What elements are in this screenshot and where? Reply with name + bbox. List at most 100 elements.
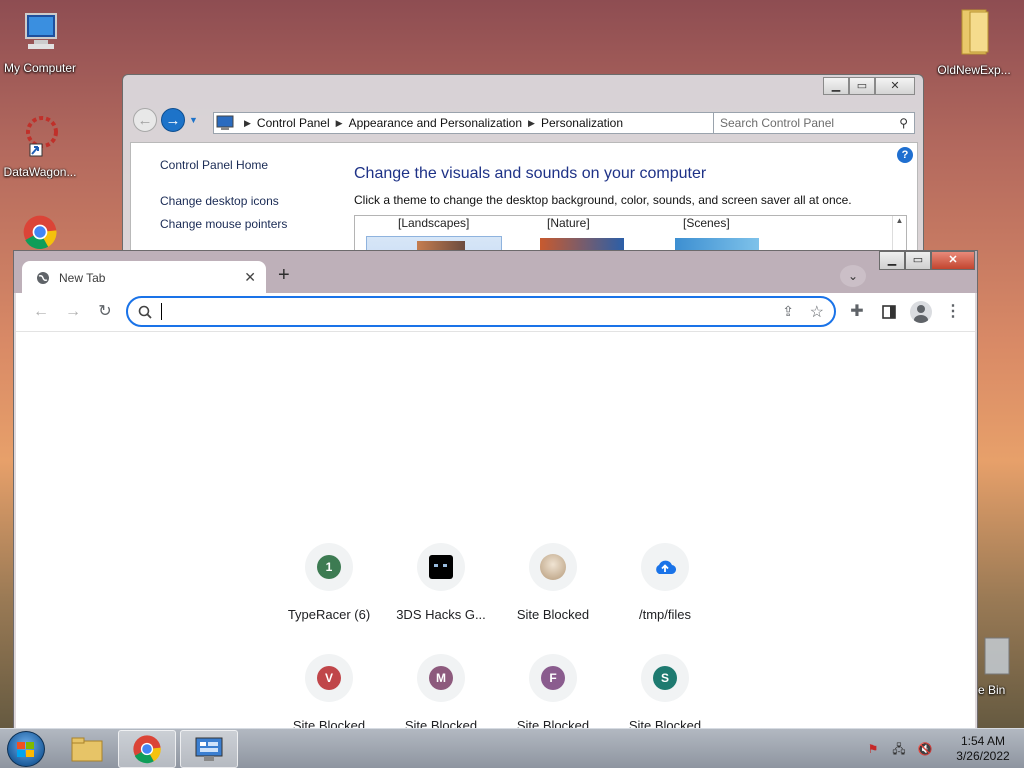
taskbar: ⚑ 🖧 🔇 1:54 AM 3/26/2022 xyxy=(0,728,1024,768)
shortcut-tile[interactable]: 3DS Hacks G... xyxy=(385,543,497,622)
shortcut-icon-circle xyxy=(529,543,577,591)
window-controls: ▁ ▭ ✕ xyxy=(879,251,975,270)
desktop-icon-my-computer[interactable]: My Computer xyxy=(0,10,80,75)
clock[interactable]: 1:54 AM 3/26/2022 xyxy=(942,734,1024,764)
reload-icon[interactable]: ↻ xyxy=(92,299,118,325)
shortcut-icon-circle xyxy=(641,543,689,591)
link-change-desktop-icons[interactable]: Change desktop icons xyxy=(160,194,279,208)
taskbar-control-panel-button[interactable] xyxy=(180,730,238,768)
help-icon[interactable]: ? xyxy=(897,147,913,163)
taskbar-explorer-button[interactable] xyxy=(58,730,116,768)
tab-title: New Tab xyxy=(59,270,106,285)
3ds-hacks-favicon-icon xyxy=(429,555,453,579)
back-button[interactable]: ← xyxy=(133,108,157,132)
search-placeholder: Search Control Panel xyxy=(720,116,835,130)
tab-new-tab[interactable]: New Tab ✕ xyxy=(22,261,266,294)
control-panel-window: ▁ ▭ ✕ ← → ▼ ▶ Control Panel ▶ Appearance… xyxy=(122,74,924,278)
taskbar-chrome-button[interactable] xyxy=(118,730,176,768)
breadcrumb-control-panel[interactable]: Control Panel xyxy=(257,116,330,130)
shortcut-icon-circle: M xyxy=(417,654,465,702)
desktop-icon-oldnewexp[interactable]: OldNewExp... xyxy=(934,6,1014,77)
globe-icon xyxy=(37,271,49,284)
minimize-button[interactable]: ▁ xyxy=(823,77,849,95)
system-tray: ⚑ 🖧 🔇 1:54 AM 3/26/2022 xyxy=(864,729,1024,768)
shortcut-tile[interactable]: M Site Blocked xyxy=(385,654,497,733)
shortcut-tile[interactable]: /tmp/files xyxy=(609,543,721,622)
share-icon[interactable]: ⇪ xyxy=(782,303,794,320)
new-tab-plus-icon[interactable]: + xyxy=(278,264,290,287)
network-icon[interactable]: 🖧 xyxy=(890,740,908,758)
maximize-button[interactable]: ▭ xyxy=(905,251,931,270)
shortcut-tile[interactable]: V Site Blocked xyxy=(273,654,385,733)
maximize-button[interactable]: ▭ xyxy=(849,77,875,95)
cloud-upload-icon xyxy=(656,560,676,575)
theme-group-nature: [Nature] xyxy=(547,216,590,230)
desktop-icon-label: My Computer xyxy=(3,61,77,75)
desktop-icon-datawagon[interactable]: DataWagon... xyxy=(0,114,80,179)
windows-logo-icon xyxy=(17,742,34,757)
browser-toolbar: ← → ↻ ⇪ ☆ ✚ ⋮ xyxy=(16,293,975,331)
computer-icon xyxy=(25,13,57,49)
chrome-icon xyxy=(23,215,57,250)
search-icon xyxy=(138,305,152,319)
control-panel-content: ? Control Panel Home Change desktop icon… xyxy=(130,142,918,278)
breadcrumb-separator-icon: ▶ xyxy=(528,117,535,128)
breadcrumb-personalization[interactable]: Personalization xyxy=(541,116,623,130)
recent-pages-dropdown-icon[interactable]: ▼ xyxy=(189,115,198,125)
extensions-puzzle-icon[interactable]: ✚ xyxy=(844,299,870,325)
breadcrumb-separator-icon: ▶ xyxy=(244,117,251,128)
minimize-button[interactable]: ▁ xyxy=(879,251,905,270)
new-tab-page: 1 TypeRacer (6) 3DS Hacks G... Site Bloc… xyxy=(16,331,975,733)
close-button[interactable]: ✕ xyxy=(931,251,975,270)
search-control-panel-input[interactable]: Search Control Panel ⚲ xyxy=(713,112,915,134)
avatar xyxy=(910,301,932,323)
link-change-mouse-pointers[interactable]: Change mouse pointers xyxy=(160,217,287,231)
shortcut-icon-circle: 1 xyxy=(305,543,353,591)
chrome-icon xyxy=(133,735,161,764)
address-omnibox[interactable]: ⇪ ☆ xyxy=(126,296,836,327)
desktop-icon-label: DataWagon... xyxy=(3,165,77,179)
tab-strip: New Tab ✕ + ⌄ ▁ ▭ ✕ xyxy=(14,251,977,294)
volume-muted-icon[interactable]: 🔇 xyxy=(916,740,934,758)
site-blocked-favicon-icon xyxy=(540,554,566,580)
clock-time: 1:54 AM xyxy=(960,734,1006,748)
side-panel-icon[interactable] xyxy=(876,299,902,325)
side-panel-glyph xyxy=(882,305,896,319)
breadcrumb-appearance[interactable]: Appearance and Personalization xyxy=(349,116,522,130)
shortcut-tile[interactable]: Site Blocked xyxy=(497,543,609,622)
window-controls: ▁ ▭ ✕ xyxy=(823,77,915,95)
folder-icon xyxy=(961,9,989,55)
action-center-flag-icon[interactable]: ⚑ xyxy=(864,740,882,758)
forward-button[interactable]: → xyxy=(161,108,185,132)
shortcut-title: /tmp/files xyxy=(638,607,691,622)
forward-arrow-icon[interactable]: → xyxy=(60,299,86,325)
more-menu-icon[interactable]: ⋮ xyxy=(940,299,966,325)
link-control-panel-home[interactable]: Control Panel Home xyxy=(160,158,268,172)
shortcut-icon-circle: S xyxy=(641,654,689,702)
theme-group-scenes: [Scenes] xyxy=(683,216,730,230)
tab-search-chevron-icon[interactable]: ⌄ xyxy=(840,265,866,287)
start-button[interactable] xyxy=(7,731,45,767)
control-panel-icon xyxy=(195,737,223,761)
shortcut-tile[interactable]: 1 TypeRacer (6) xyxy=(273,543,385,622)
letter-v-icon: V xyxy=(317,666,341,690)
shortcut-icon-circle xyxy=(417,543,465,591)
shortcut-title: Site Blocked xyxy=(516,607,590,622)
shortcut-icon-circle: F xyxy=(529,654,577,702)
shortcut-tile[interactable]: S Site Blocked xyxy=(609,654,721,733)
back-arrow-icon[interactable]: ← xyxy=(28,299,54,325)
close-button[interactable]: ✕ xyxy=(875,77,915,95)
chrome-window: New Tab ✕ + ⌄ ▁ ▭ ✕ ← → ↻ ⇪ ☆ ✚ ⋮ 1 Type… xyxy=(13,250,978,733)
folder-icon xyxy=(71,737,103,762)
bookmark-star-icon[interactable]: ☆ xyxy=(810,302,824,322)
shortcut-tile[interactable]: F Site Blocked xyxy=(497,654,609,733)
profile-avatar-icon[interactable] xyxy=(908,299,934,325)
letter-m-icon: M xyxy=(429,666,453,690)
search-icon[interactable]: ⚲ xyxy=(899,116,908,130)
datawagon-icon xyxy=(26,116,58,157)
desktop-icon-label: OldNewExp... xyxy=(937,63,1011,77)
breadcrumb-separator-icon: ▶ xyxy=(335,117,343,128)
desktop-icon-recycle-bin[interactable]: e Bin xyxy=(978,632,1024,697)
text-cursor xyxy=(161,303,162,320)
tab-close-icon[interactable]: ✕ xyxy=(244,269,256,286)
